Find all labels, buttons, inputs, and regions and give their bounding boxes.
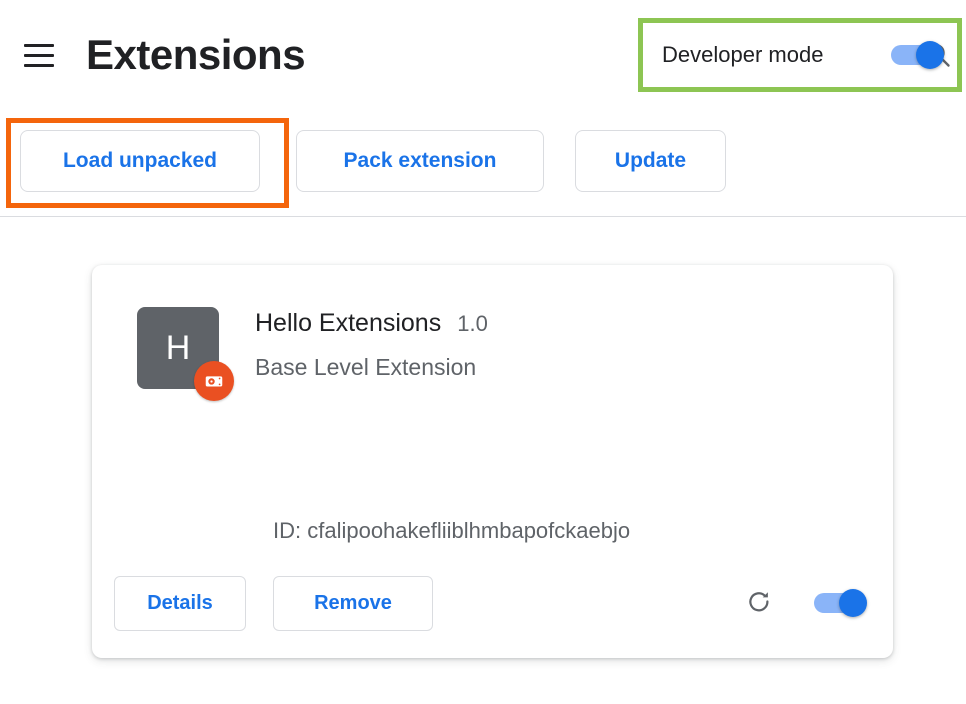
hamburger-menu-icon[interactable]	[20, 36, 58, 74]
details-button[interactable]: Details	[114, 576, 246, 631]
extension-info: Hello Extensions 1.0 Base Level Extensio…	[255, 307, 488, 389]
developer-mode-control[interactable]: Developer mode	[638, 18, 962, 92]
hamburger-bar	[24, 43, 54, 47]
page-title: Extensions	[86, 31, 306, 78]
extension-name-row: Hello Extensions 1.0	[255, 309, 488, 338]
toggle-knob	[916, 41, 944, 69]
unpacked-extension-badge-icon	[194, 361, 234, 401]
developer-mode-label: Developer mode	[662, 42, 824, 67]
remove-button[interactable]: Remove	[273, 576, 433, 631]
extension-description: Base Level Extension	[255, 354, 477, 380]
extension-card-footer: Details Remove	[92, 562, 893, 658]
extension-version: 1.0	[457, 311, 488, 336]
pack-extension-button[interactable]: Pack extension	[296, 130, 544, 192]
extension-enabled-toggle[interactable]	[814, 589, 867, 617]
developer-mode-toggle[interactable]	[891, 41, 944, 69]
extension-icon-wrapper: H	[137, 307, 234, 401]
update-button[interactable]: Update	[575, 130, 726, 192]
reload-icon[interactable]	[737, 580, 781, 624]
extensions-toolbar: Load unpacked Pack extension Update	[0, 130, 966, 196]
hamburger-bar	[24, 63, 54, 67]
extension-card[interactable]: H Hello Extensions 1.0 Base Level Extens…	[92, 265, 893, 658]
extension-name: Hello Extensions	[255, 309, 442, 337]
load-unpacked-button[interactable]: Load unpacked	[20, 130, 260, 192]
extension-card-header: H Hello Extensions 1.0 Base Level Extens…	[92, 265, 488, 401]
toggle-knob	[839, 589, 867, 617]
extension-id: ID: cfalipoohakefliiblhmbapofckaebjo	[273, 518, 631, 543]
hamburger-bar	[24, 53, 54, 57]
